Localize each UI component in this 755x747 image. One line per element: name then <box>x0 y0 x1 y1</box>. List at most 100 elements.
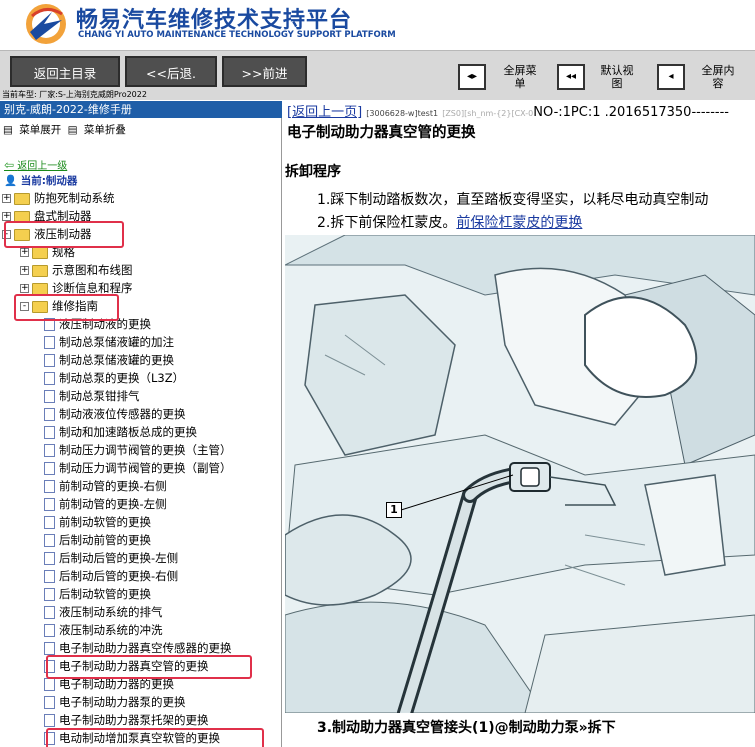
menu-collapse-button[interactable]: 菜单折叠 <box>84 124 126 136</box>
tree-item[interactable]: + 防抱死制动系统 <box>2 189 115 207</box>
page-icon <box>44 570 55 583</box>
tree-item-label[interactable]: 前制动管的更换-左侧 <box>59 497 167 511</box>
menu-collapse-icon[interactable]: ▤ <box>68 124 78 136</box>
tree-item[interactable]: 电子制动助力器泵的更换 <box>44 693 186 711</box>
folder-icon <box>32 282 48 295</box>
section-title: 拆卸程序 <box>285 164 341 180</box>
tree-item-label[interactable]: 制动总泵储液罐的更换 <box>59 353 174 367</box>
document-title: 电子制动助力器真空管的更换 <box>287 125 476 141</box>
page-icon <box>44 678 55 691</box>
menu-expand-button[interactable]: 菜单展开 <box>19 124 61 136</box>
page-icon <box>44 696 55 709</box>
page-icon <box>44 390 55 403</box>
document-header: [返回上一页] [3006628-w]test1 [ZS0][sh_nm-{2}… <box>287 101 729 120</box>
tree-item[interactable]: 制动总泵储液罐的加注 <box>44 333 174 351</box>
tree-item-label[interactable]: 制动总泵的更换（L3Z） <box>59 371 184 385</box>
tree-item[interactable]: 制动总泵的更换（L3Z） <box>44 369 184 387</box>
tree-item[interactable]: 电子制动助力器泵托架的更换 <box>44 711 209 729</box>
tree-item-label[interactable]: 制动压力调节阀管的更换（主管） <box>59 443 232 457</box>
page-icon <box>44 372 55 385</box>
tree-item-label[interactable]: 电子制动助力器泵的更换 <box>59 695 186 709</box>
tree-item-label[interactable]: 后制动前管的更换 <box>59 533 151 547</box>
tree-item[interactable]: 制动压力调节阀管的更换（副管） <box>44 459 232 477</box>
menu-expand-icon[interactable]: ▤ <box>3 124 13 136</box>
tree-item-label[interactable]: 制动总泵储液罐的加注 <box>59 335 174 349</box>
tree-item-label[interactable]: 电子制动助力器泵托架的更换 <box>59 713 209 727</box>
tree-item[interactable]: 后制动软管的更换 <box>44 585 151 603</box>
doc-number: NO-:1PC:1 .2016517350-------- <box>533 105 729 120</box>
chang-yi-logo-icon <box>26 4 66 44</box>
home-button[interactable]: 返回主目录 <box>10 56 120 87</box>
full-menu-icon: ◂▸ <box>466 71 478 82</box>
doc-gray-code: [ZS0][sh_nm-{2}[CX-0 <box>442 109 534 118</box>
tree-item[interactable]: 制动和加速踏板总成的更换 <box>44 423 197 441</box>
default-view-label[interactable]: 默认视图 <box>600 64 634 90</box>
default-view-button[interactable]: ◂◂ <box>557 64 585 90</box>
tree-item[interactable]: + 示意图和布线图 <box>20 261 133 279</box>
tree-item[interactable]: 制动总泵钳排气 <box>44 387 140 405</box>
page-icon <box>44 444 55 457</box>
tree-item[interactable]: 液压制动系统的排气 <box>44 603 163 621</box>
page-icon <box>44 462 55 475</box>
back-arrow-icon: ⇦ <box>4 158 15 172</box>
page-icon <box>44 498 55 511</box>
manual-title: 别克-威朗-2022-维修手册 <box>0 101 282 118</box>
full-content-button[interactable]: ◂ <box>657 64 685 90</box>
page-icon <box>44 714 55 727</box>
tree-item-label[interactable]: 后制动后管的更换-左侧 <box>59 551 178 565</box>
doc-back-link[interactable]: [返回上一页] <box>287 105 362 120</box>
folder-icon <box>32 246 48 259</box>
tree-item[interactable]: 制动液液位传感器的更换 <box>44 405 186 423</box>
tree-item-label[interactable]: 电子制动助力器真空传感器的更换 <box>59 641 232 655</box>
tree-item-label[interactable]: 防抱死制动系统 <box>34 191 115 205</box>
tree-item-label[interactable]: 前制动管的更换-右侧 <box>59 479 167 493</box>
expand-icon[interactable]: + <box>2 212 11 221</box>
tree-item-label[interactable]: 制动压力调节阀管的更换（副管） <box>59 461 232 475</box>
tree-item-label[interactable]: 后制动软管的更换 <box>59 587 151 601</box>
highlight-vacuum-tube <box>46 655 252 679</box>
brand-subtitle: CHANG YI AUTO MAINTENANCE TECHNOLOGY SUP… <box>78 30 396 40</box>
full-menu-label[interactable]: 全屏菜单 <box>503 64 537 90</box>
tree-item[interactable]: 前制动管的更换-右侧 <box>44 477 167 495</box>
tree-item-label[interactable]: 制动和加速踏板总成的更换 <box>59 425 197 439</box>
full-menu-button[interactable]: ◂▸ <box>458 64 486 90</box>
expand-icon[interactable]: + <box>20 248 29 257</box>
tree-item[interactable]: 后制动后管的更换-右侧 <box>44 567 178 585</box>
tree-item-label[interactable]: 诊断信息和程序 <box>52 281 133 295</box>
tree-item-label[interactable]: 制动液液位传感器的更换 <box>59 407 186 421</box>
expand-icon[interactable]: + <box>20 284 29 293</box>
expand-icon[interactable]: + <box>2 194 11 203</box>
callout-1: 1 <box>386 502 402 518</box>
full-content-label[interactable]: 全屏内容 <box>698 64 738 90</box>
tree-item[interactable]: 制动总泵储液罐的更换 <box>44 351 174 369</box>
tree-item-label[interactable]: 电子制动助力器的更换 <box>59 677 174 691</box>
expand-icon[interactable]: + <box>20 266 29 275</box>
forward-button[interactable]: >>前进 <box>222 56 307 87</box>
tree-item-label[interactable]: 示意图和布线图 <box>52 263 133 277</box>
tree-item[interactable]: 后制动前管的更换 <box>44 531 151 549</box>
page-icon <box>44 606 55 619</box>
back-button[interactable]: <<后退. <box>125 56 217 87</box>
tree-item-label[interactable]: 液压制动系统的冲洗 <box>59 623 163 637</box>
page-icon <box>44 552 55 565</box>
tree-item-label[interactable]: 制动总泵钳排气 <box>59 389 140 403</box>
tree-item-label[interactable]: 前制动软管的更换 <box>59 515 151 529</box>
tree-item[interactable]: 制动压力调节阀管的更换（主管） <box>44 441 232 459</box>
page-icon <box>44 480 55 493</box>
tree-item[interactable]: 前制动管的更换-左侧 <box>44 495 167 513</box>
tree-item[interactable]: 液压制动系统的冲洗 <box>44 621 163 639</box>
tree-item-label[interactable]: 液压制动系统的排气 <box>59 605 163 619</box>
sidebar-back-label[interactable]: 返回上一级 <box>17 161 67 172</box>
tree-item[interactable]: 前制动软管的更换 <box>44 513 151 531</box>
front-bumper-link[interactable]: 前保险杠蒙皮的更换 <box>456 215 582 231</box>
page-icon <box>44 354 55 367</box>
folder-icon <box>14 192 30 205</box>
current-category: 👤 当前:制动器 <box>4 173 77 188</box>
step-3: 3.制动助力器真空管接头(1)@制动助力泵»拆下 <box>317 720 616 736</box>
page-icon <box>44 624 55 637</box>
tree-item[interactable]: 后制动后管的更换-左侧 <box>44 549 178 567</box>
tree-item-label[interactable]: 后制动后管的更换-右侧 <box>59 569 178 583</box>
sidebar-back-link[interactable]: ⇦ 返回上一级 <box>4 157 67 172</box>
current-car-model: 当前车型: 厂家:S-上海别克威朗Pro2022 <box>2 90 147 99</box>
vacuum-tube-diagram <box>285 235 755 713</box>
